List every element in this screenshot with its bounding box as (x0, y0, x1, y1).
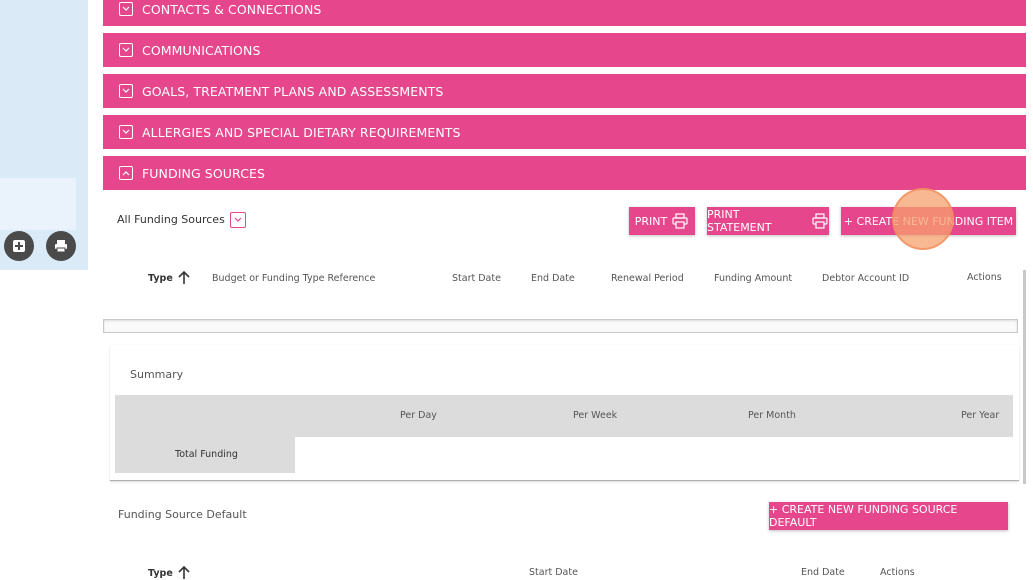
accordion-label: GOALS, TREATMENT PLANS AND ASSESSMENTS (142, 83, 444, 99)
summary-title: Summary (130, 368, 184, 381)
create-funding-source-default-button[interactable]: + CREATE NEW FUNDING SOURCE DEFAULT (769, 502, 1008, 530)
column-header-start-date[interactable]: Start Date (452, 273, 501, 284)
summary-header-per-year: Per Year (961, 410, 1000, 421)
column-header-funding-amount[interactable]: Funding Amount (714, 273, 792, 284)
column-header-actions: Actions (967, 272, 1002, 283)
accordion-label: COMMUNICATIONS (142, 42, 261, 58)
chevron-up-icon (119, 166, 133, 180)
accordion-label: CONTACTS & CONNECTIONS (142, 1, 322, 17)
accordion-goals[interactable]: GOALS, TREATMENT PLANS AND ASSESSMENTS (103, 74, 1026, 108)
summary-header-per-week: Per Week (573, 410, 618, 421)
summary-total-funding-label: Total Funding (175, 449, 238, 460)
accordion-contacts[interactable]: CONTACTS & CONNECTIONS (103, 0, 1026, 26)
vertical-scrollbar[interactable] (1023, 270, 1026, 484)
print-statement-label: PRINT STATEMENT (707, 208, 772, 234)
default-column-header-start-date[interactable]: Start Date (529, 567, 578, 578)
funding-source-default-title: Funding Source Default (118, 508, 247, 521)
accordion-communications[interactable]: COMMUNICATIONS (103, 33, 1026, 67)
printer-icon (672, 213, 688, 229)
create-funding-item-button[interactable]: + CREATE NEW FUNDING ITEM (841, 207, 1016, 235)
create-funding-item-label: + CREATE NEW FUNDING ITEM (843, 214, 1014, 228)
add-note-icon[interactable] (4, 231, 34, 261)
accordion-funding-sources[interactable]: FUNDING SOURCES (103, 156, 1026, 190)
default-column-header-actions: Actions (880, 567, 915, 578)
print-button-label: PRINT (634, 214, 668, 228)
chevron-down-icon (119, 125, 133, 139)
summary-header-per-day: Per Day (400, 410, 437, 421)
default-column-header-type[interactable]: Type (148, 568, 173, 579)
column-header-end-date[interactable]: End Date (531, 273, 575, 284)
arrow-up-icon[interactable] (178, 271, 190, 285)
print-button[interactable]: PRINT (629, 207, 695, 235)
arrow-up-icon[interactable] (178, 566, 190, 580)
printer-icon (812, 213, 828, 229)
column-header-renewal-period[interactable]: Renewal Period (611, 273, 684, 284)
summary-header-row (115, 395, 1013, 437)
column-header-budget-reference[interactable]: Budget or Funding Type Reference (212, 273, 375, 284)
column-header-debtor-account[interactable]: Debtor Account ID (822, 273, 909, 284)
chevron-down-icon (119, 2, 133, 16)
left-panel-field (0, 178, 76, 230)
column-header-type[interactable]: Type (148, 273, 173, 284)
funding-filter-label: All Funding Sources (117, 213, 225, 226)
create-funding-source-default-label: + CREATE NEW FUNDING SOURCE DEFAULT (769, 503, 958, 529)
filter-dropdown-icon[interactable] (230, 212, 246, 228)
accordion-allergies[interactable]: ALLERGIES AND SPECIAL DIETARY REQUIREMEN… (103, 115, 1026, 149)
default-column-header-end-date[interactable]: End Date (801, 567, 845, 578)
accordion-label: ALLERGIES AND SPECIAL DIETARY REQUIREMEN… (142, 124, 461, 140)
chevron-down-icon (119, 84, 133, 98)
print-statement-button[interactable]: PRINT STATEMENT (707, 207, 829, 235)
summary-header-per-month: Per Month (748, 410, 796, 421)
printer-icon[interactable] (46, 231, 76, 261)
horizontal-scrollbar[interactable] (103, 319, 1018, 333)
accordion-label: FUNDING SOURCES (142, 165, 266, 181)
chevron-down-icon (119, 43, 133, 57)
